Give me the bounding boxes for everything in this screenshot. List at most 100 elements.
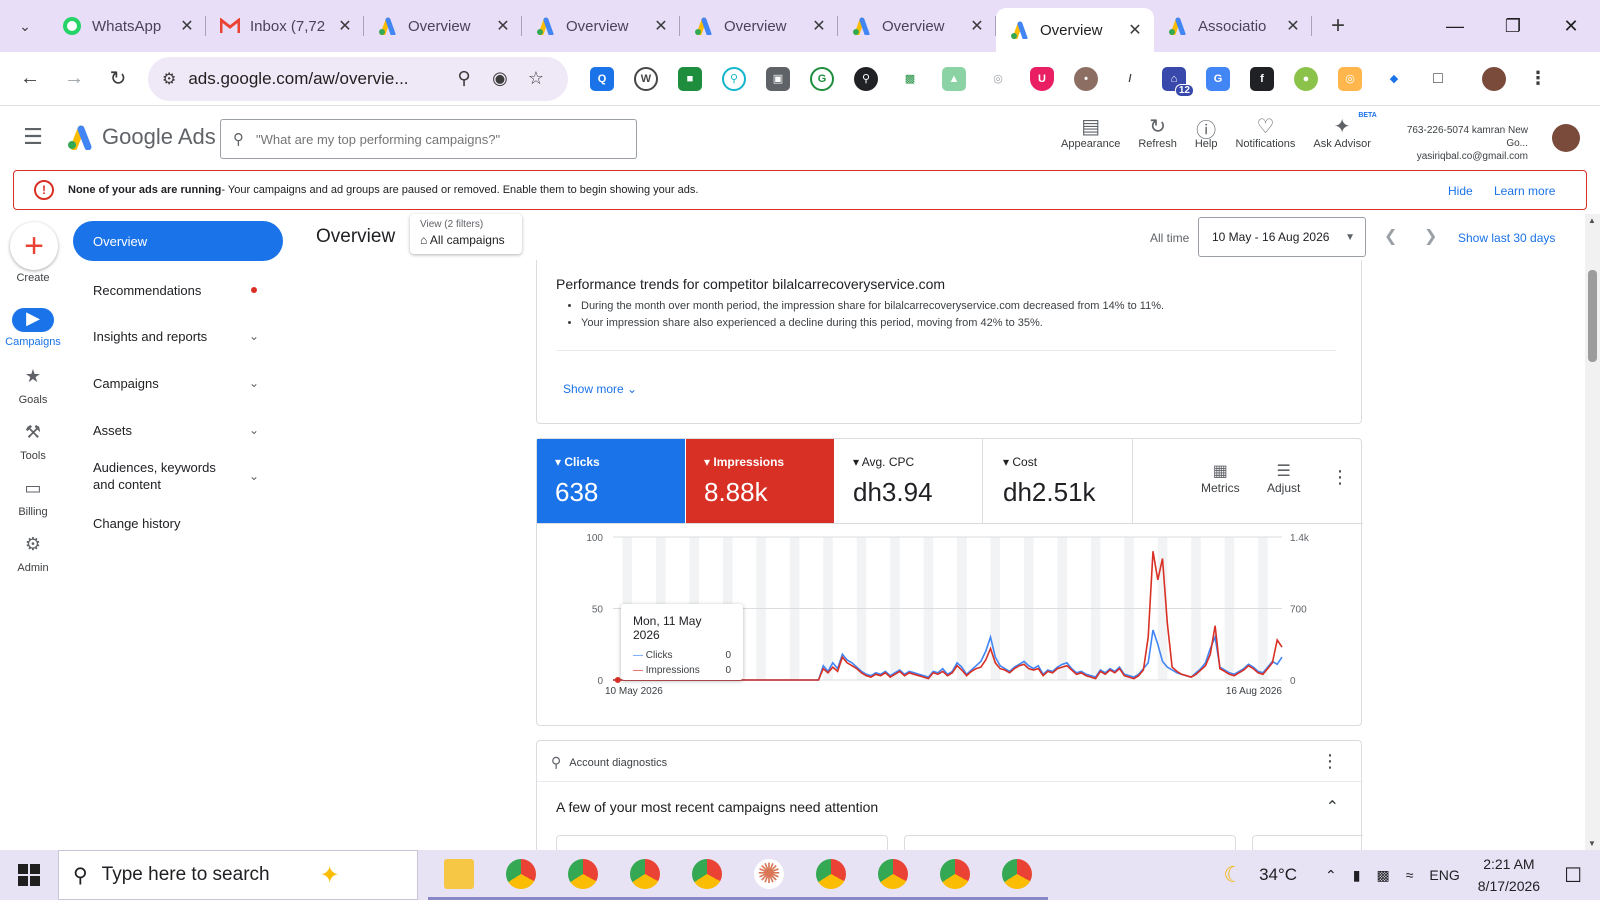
rail-goals[interactable]: ★ Goals xyxy=(0,366,66,406)
extension-icon[interactable]: ▩ xyxy=(898,66,922,91)
menu-icon[interactable]: ⋮ xyxy=(1526,66,1550,91)
kpi-avg-cpc[interactable]: ▾ Avg. CPC dh3.94 xyxy=(835,439,983,523)
puzzle-icon[interactable]: □ xyxy=(1426,66,1450,91)
tab-overview-active[interactable]: Overview ✕ xyxy=(996,8,1154,52)
device-icon[interactable]: ▩ xyxy=(1377,867,1390,884)
show-last-30-days-link[interactable]: Show last 30 days xyxy=(1458,231,1555,245)
chrome-icon[interactable] xyxy=(986,850,1048,900)
file-explorer-icon[interactable] xyxy=(428,850,490,900)
tab-overview-1[interactable]: Overview ✕ xyxy=(364,0,522,52)
extension-icon[interactable]: U xyxy=(1030,66,1054,91)
nav-recommendations[interactable]: Recommendations xyxy=(73,280,283,300)
scrollbar-thumb[interactable] xyxy=(1588,270,1597,362)
more-options-icon[interactable]: ⋮ xyxy=(1331,467,1349,488)
rail-campaigns[interactable]: ▶ Campaigns xyxy=(0,308,66,348)
tab-overview-2[interactable]: Overview ✕ xyxy=(522,0,680,52)
chrome-icon[interactable] xyxy=(490,850,552,900)
google-ads-logo[interactable]: Google Ads xyxy=(66,124,216,150)
chrome-icon[interactable] xyxy=(552,850,614,900)
search-input[interactable] xyxy=(256,131,616,147)
ads-search-box[interactable]: ⚲ xyxy=(220,119,637,159)
prev-period-icon[interactable]: ❮ xyxy=(1384,226,1397,246)
kpi-impressions[interactable]: ▾ Impressions 8.88k xyxy=(686,439,834,523)
chrome-icon[interactable] xyxy=(924,850,986,900)
date-range-picker[interactable]: 10 May - 16 Aug 2026 ▼ xyxy=(1198,217,1366,257)
notifications-button[interactable]: ♡ Notifications xyxy=(1235,114,1295,150)
account-info[interactable]: 763-226-5074 kamran New Go... yasiriqbal… xyxy=(1390,124,1528,163)
rail-tools[interactable]: ⚒ Tools xyxy=(0,422,66,462)
scroll-down-icon[interactable]: ▼ xyxy=(1588,839,1596,848)
tab-search-icon[interactable]: ⌄ xyxy=(8,9,42,43)
rail-billing[interactable]: ▭ Billing xyxy=(0,478,66,518)
appearance-button[interactable]: ▤ Appearance xyxy=(1061,114,1120,150)
weather-moon-icon[interactable]: ☾ xyxy=(1223,862,1243,888)
extension-icon[interactable]: ⚲ xyxy=(722,66,746,91)
restore-icon[interactable]: ❐ xyxy=(1484,0,1542,52)
profile-avatar[interactable] xyxy=(1482,66,1506,91)
extension-icon[interactable]: ◆ xyxy=(1382,66,1406,91)
wifi-icon[interactable]: ≈ xyxy=(1406,867,1414,883)
clock[interactable]: 2:21 AM 8/17/2026 xyxy=(1478,853,1540,897)
extension-icon[interactable]: ⌂ 12 xyxy=(1162,66,1194,97)
nav-campaigns[interactable]: Campaigns ⌄ xyxy=(73,373,283,393)
star-icon[interactable]: ☆ xyxy=(518,68,554,89)
cookie-icon[interactable]: • xyxy=(1074,66,1098,91)
taskbar-search[interactable]: ⚲ Type here to search ✦ xyxy=(58,850,418,900)
close-icon[interactable]: ✕ xyxy=(494,16,512,36)
extension-icon[interactable]: ⚲ xyxy=(854,66,878,91)
extension-icon[interactable]: G xyxy=(810,66,834,91)
tab-association[interactable]: Associatio ✕ xyxy=(1154,0,1312,52)
close-icon[interactable]: ✕ xyxy=(178,16,196,36)
ask-advisor-button[interactable]: ✦ Ask Advisor BETA xyxy=(1313,112,1376,150)
eyedropper-icon[interactable]: / xyxy=(1118,66,1142,91)
claude-icon[interactable]: ✺ xyxy=(738,850,800,900)
page-scrollbar[interactable]: ▲ ▼ xyxy=(1585,214,1600,850)
chrome-icon[interactable] xyxy=(614,850,676,900)
rail-admin[interactable]: ⚙ Admin xyxy=(0,534,66,574)
tab-overview-4[interactable]: Overview ✕ xyxy=(838,0,996,52)
adjust-button[interactable]: ☰ Adjust xyxy=(1267,461,1300,495)
close-window-icon[interactable]: ✕ xyxy=(1542,0,1600,52)
close-icon[interactable]: ✕ xyxy=(652,16,670,36)
extension-icon[interactable]: ■ xyxy=(678,66,702,91)
tab-overview-3[interactable]: Overview ✕ xyxy=(680,0,838,52)
scroll-up-icon[interactable]: ▲ xyxy=(1588,216,1596,225)
chevron-up-icon[interactable]: ⌃ xyxy=(1325,867,1337,884)
forward-icon[interactable]: → xyxy=(52,59,96,99)
close-icon[interactable]: ✕ xyxy=(968,16,986,36)
nav-change-history[interactable]: Change history xyxy=(73,513,283,533)
extension-icon[interactable]: f xyxy=(1250,66,1274,91)
eye-off-icon[interactable]: ◉ xyxy=(482,68,518,89)
close-icon[interactable]: ✕ xyxy=(1284,16,1302,36)
view-filter-button[interactable]: View (2 filters) ⌂ All campaigns xyxy=(410,214,522,254)
menu-icon[interactable]: ☰ xyxy=(0,124,66,150)
chrome-icon[interactable] xyxy=(800,850,862,900)
next-period-icon[interactable]: ❯ xyxy=(1424,226,1437,246)
learn-more-link[interactable]: Learn more xyxy=(1494,184,1555,198)
back-icon[interactable]: ← xyxy=(8,59,52,99)
close-icon[interactable]: ✕ xyxy=(810,16,828,36)
extension-icon[interactable]: Q xyxy=(590,66,614,91)
tab-whatsapp[interactable]: WhatsApp ✕ xyxy=(48,0,206,52)
extension-icon[interactable]: ▲ xyxy=(942,66,966,91)
avatar[interactable] xyxy=(1552,124,1580,152)
chrome-icon[interactable] xyxy=(676,850,738,900)
close-icon[interactable]: ✕ xyxy=(336,16,354,36)
address-bar[interactable]: ⚙ ads.google.com/aw/overvie... ⚲ ◉ ☆ xyxy=(148,56,568,101)
hide-link[interactable]: Hide xyxy=(1448,184,1473,198)
nav-insights[interactable]: Insights and reports ⌄ xyxy=(73,326,283,346)
translate-icon[interactable]: G xyxy=(1206,66,1230,91)
new-tab-button[interactable]: + xyxy=(1322,10,1354,42)
show-more-button[interactable]: Show more ⌄ xyxy=(563,382,637,396)
reload-icon[interactable]: ↻ xyxy=(96,59,140,99)
temperature[interactable]: 34°C xyxy=(1259,865,1297,885)
more-options-icon[interactable]: ⋮ xyxy=(1321,751,1339,772)
extension-icon[interactable]: ▣ xyxy=(766,66,790,91)
kpi-cost[interactable]: ▾ Cost dh2.51k xyxy=(985,439,1133,523)
windows-start-icon[interactable] xyxy=(0,850,58,900)
nav-overview[interactable]: Overview xyxy=(73,221,283,261)
camera-icon[interactable]: ◎ xyxy=(986,66,1010,91)
close-icon[interactable]: ✕ xyxy=(1126,20,1144,40)
nav-audiences[interactable]: Audiences, keywords and content ⌄ xyxy=(73,458,283,494)
language-indicator[interactable]: ENG xyxy=(1429,867,1459,883)
